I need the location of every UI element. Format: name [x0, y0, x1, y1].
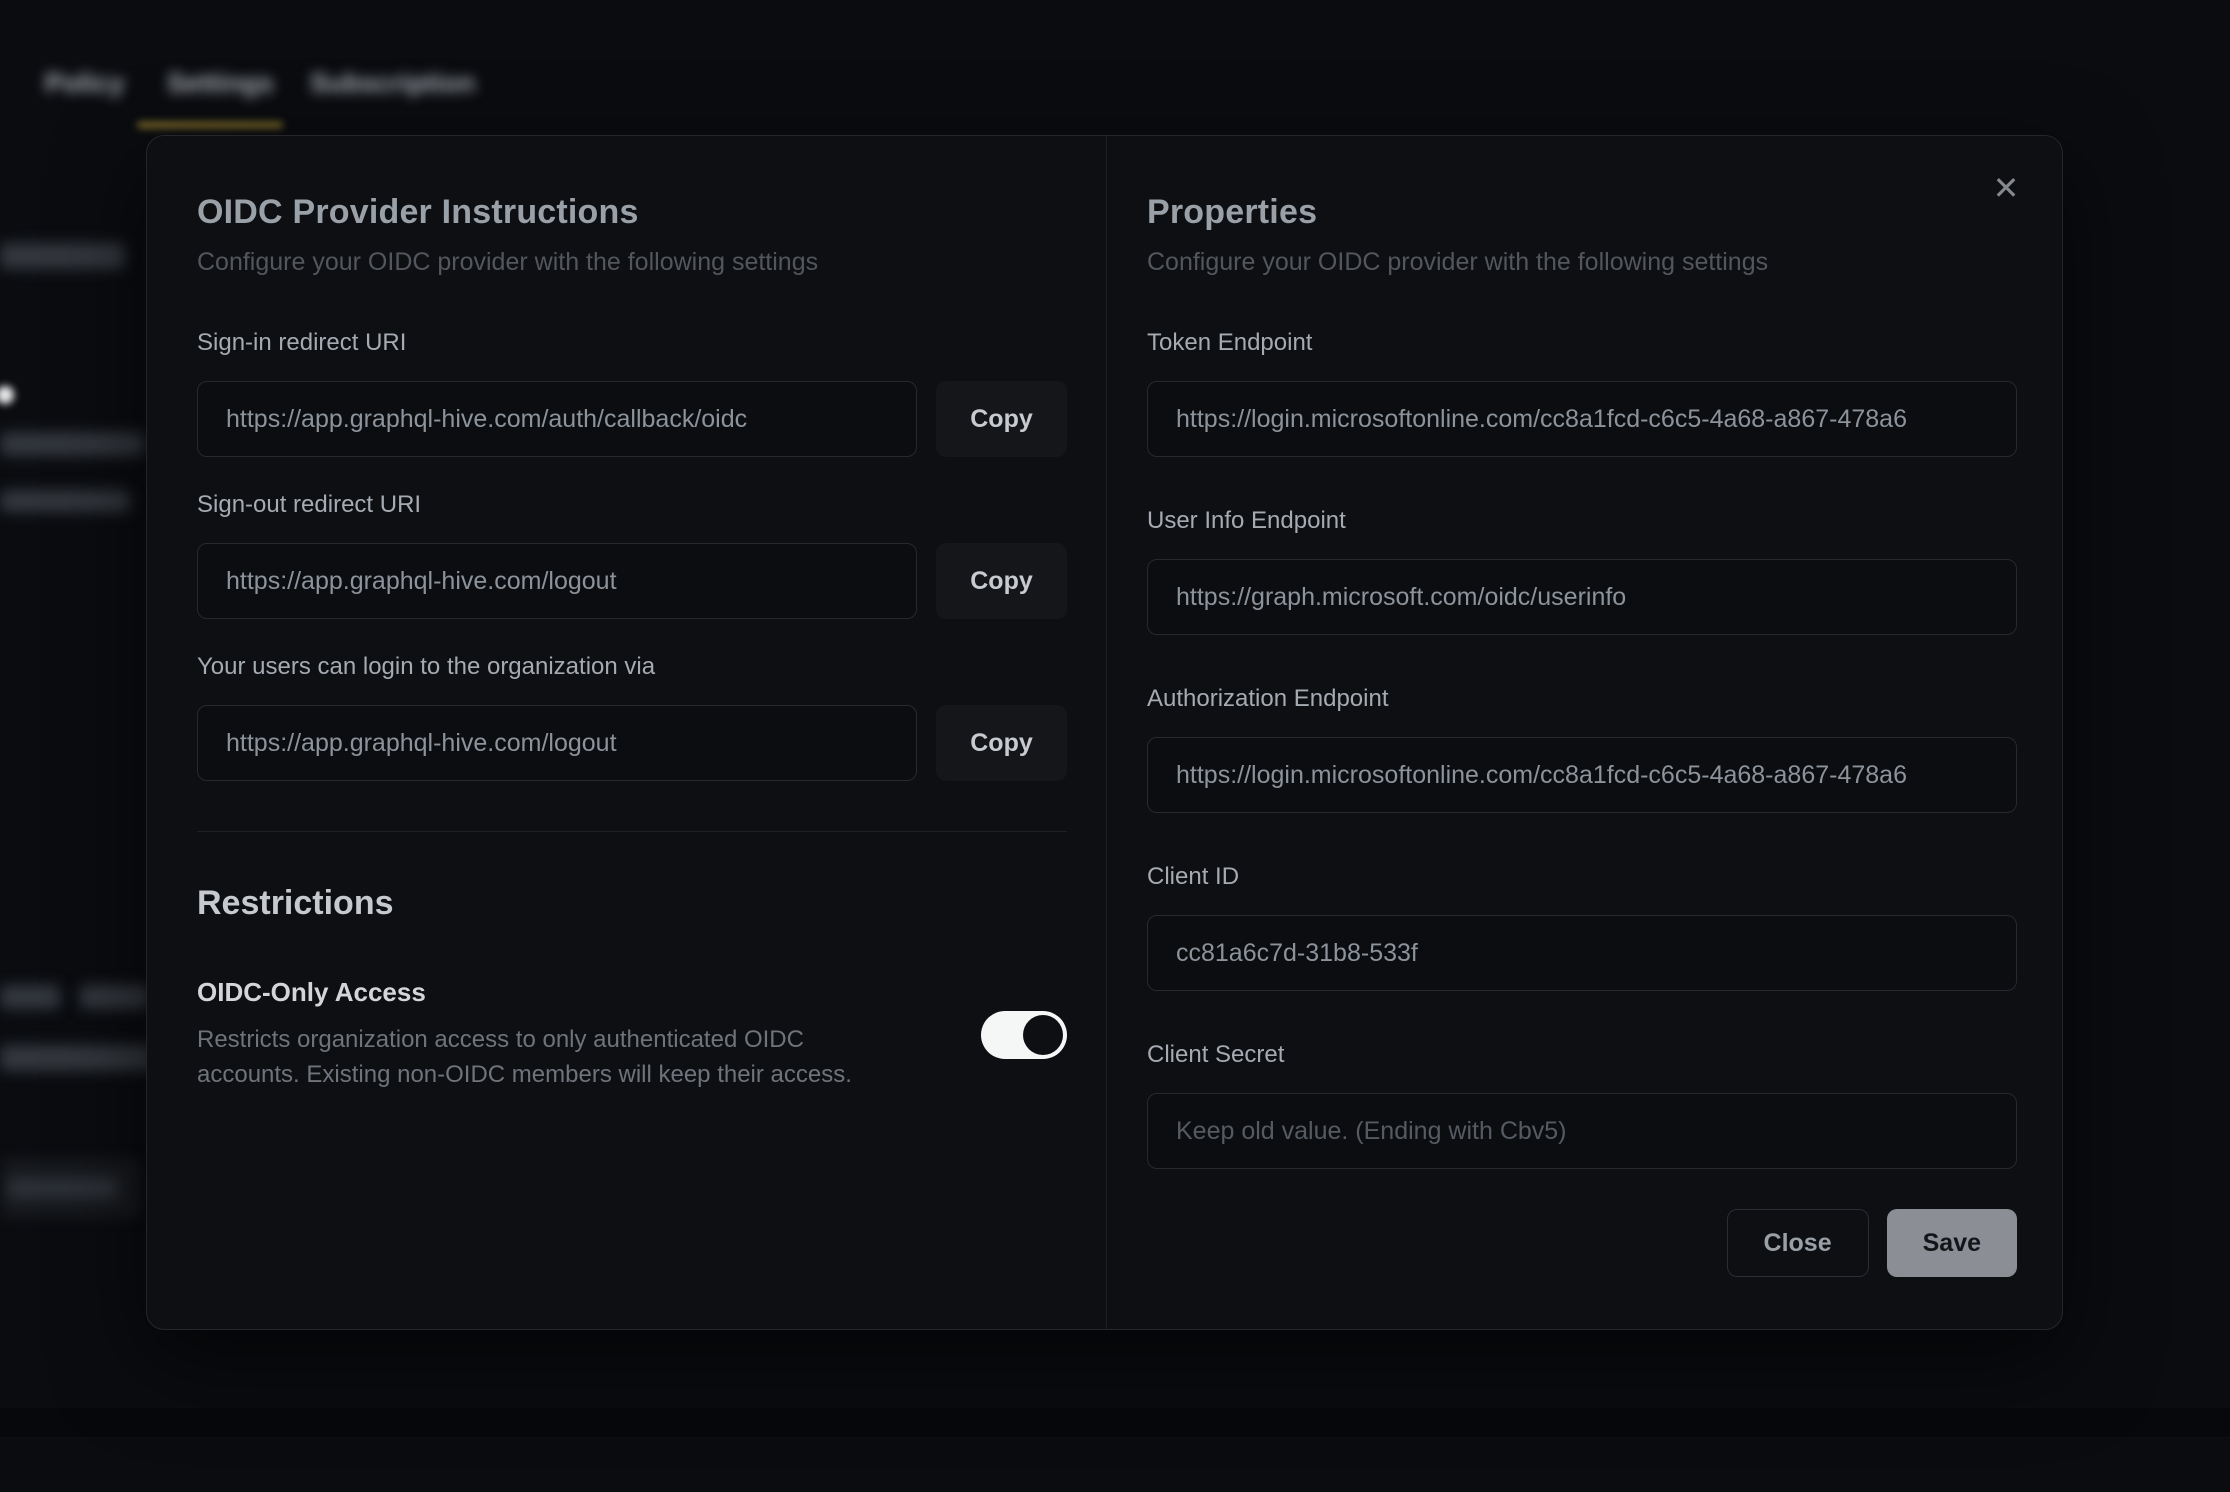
close-button[interactable]: Close: [1727, 1209, 1869, 1277]
active-tab-indicator: [137, 122, 283, 128]
oidc-only-access-text: OIDC-Only Access Restricts organization …: [197, 977, 897, 1092]
client-secret-row: [1147, 1093, 2017, 1169]
section-divider: [197, 831, 1067, 832]
client-secret-label: Client Secret: [1147, 1041, 2017, 1069]
toggle-thumb: [1023, 1015, 1063, 1055]
instructions-subtitle: Configure your OIDC provider with the fo…: [197, 248, 1067, 277]
token-endpoint-label: Token Endpoint: [1147, 329, 2017, 357]
properties-column: Properties Configure your OIDC provider …: [1107, 136, 2064, 1329]
instructions-column: OIDC Provider Instructions Configure you…: [147, 136, 1107, 1329]
copy-button[interactable]: Copy: [936, 705, 1067, 781]
tab-subscription[interactable]: Subscription: [310, 68, 475, 99]
modal-close-button[interactable]: ✕: [1980, 162, 2032, 214]
oidc-provider-modal: ✕ OIDC Provider Instructions Configure y…: [146, 135, 2063, 1330]
login-via-input[interactable]: [197, 705, 917, 781]
user-info-endpoint-row: [1147, 559, 2017, 635]
authorization-endpoint-label: Authorization Endpoint: [1147, 685, 2017, 713]
client-id-label: Client ID: [1147, 863, 2017, 891]
token-endpoint-input[interactable]: [1147, 381, 2017, 457]
restrictions-heading: Restrictions: [197, 884, 1067, 923]
login-via-row: Copy: [197, 705, 1067, 781]
tab-settings[interactable]: Settings: [167, 68, 274, 99]
oidc-only-access-row: OIDC-Only Access Restricts organization …: [197, 977, 1067, 1092]
blurred-content: [0, 432, 145, 456]
sign-in-redirect-uri-label: Sign-in redirect URI: [197, 329, 1067, 357]
sign-in-redirect-uri-row: Copy: [197, 381, 1067, 457]
sign-out-redirect-uri-input[interactable]: [197, 543, 917, 619]
blurred-content: [0, 985, 60, 1009]
tab-policy[interactable]: Policy: [45, 68, 125, 99]
authorization-endpoint-input[interactable]: [1147, 737, 2017, 813]
oidc-only-access-toggle[interactable]: [981, 1011, 1067, 1059]
blurred-content: [0, 243, 125, 269]
login-via-label: Your users can login to the organization…: [197, 653, 1067, 681]
modal-actions: Close Save: [1147, 1209, 2017, 1277]
client-secret-input[interactable]: [1147, 1093, 2017, 1169]
user-info-endpoint-input[interactable]: [1147, 559, 2017, 635]
client-id-row: [1147, 915, 2017, 991]
token-endpoint-row: [1147, 381, 2017, 457]
sign-out-redirect-uri-row: Copy: [197, 543, 1067, 619]
user-info-endpoint-label: User Info Endpoint: [1147, 507, 2017, 535]
properties-title: Properties: [1147, 193, 2017, 232]
instructions-title: OIDC Provider Instructions: [197, 193, 1067, 232]
sign-out-redirect-uri-label: Sign-out redirect URI: [197, 491, 1067, 519]
properties-subtitle: Configure your OIDC provider with the fo…: [1147, 248, 2017, 277]
copy-button[interactable]: Copy: [936, 543, 1067, 619]
sign-in-redirect-uri-input[interactable]: [197, 381, 917, 457]
client-id-input[interactable]: [1147, 915, 2017, 991]
blurred-content: [0, 1045, 155, 1071]
oidc-only-access-label: OIDC-Only Access: [197, 977, 897, 1008]
blurred-content: [8, 1178, 118, 1198]
authorization-endpoint-row: [1147, 737, 2017, 813]
save-button[interactable]: Save: [1887, 1209, 2017, 1277]
blurred-content: [0, 490, 130, 512]
page-footer-seam: [0, 1408, 2230, 1438]
oidc-only-access-description: Restricts organization access to only au…: [197, 1022, 897, 1092]
blurred-content: [0, 386, 14, 404]
copy-button[interactable]: Copy: [936, 381, 1067, 457]
blurred-content: [80, 985, 150, 1009]
close-icon: ✕: [1993, 170, 2020, 206]
